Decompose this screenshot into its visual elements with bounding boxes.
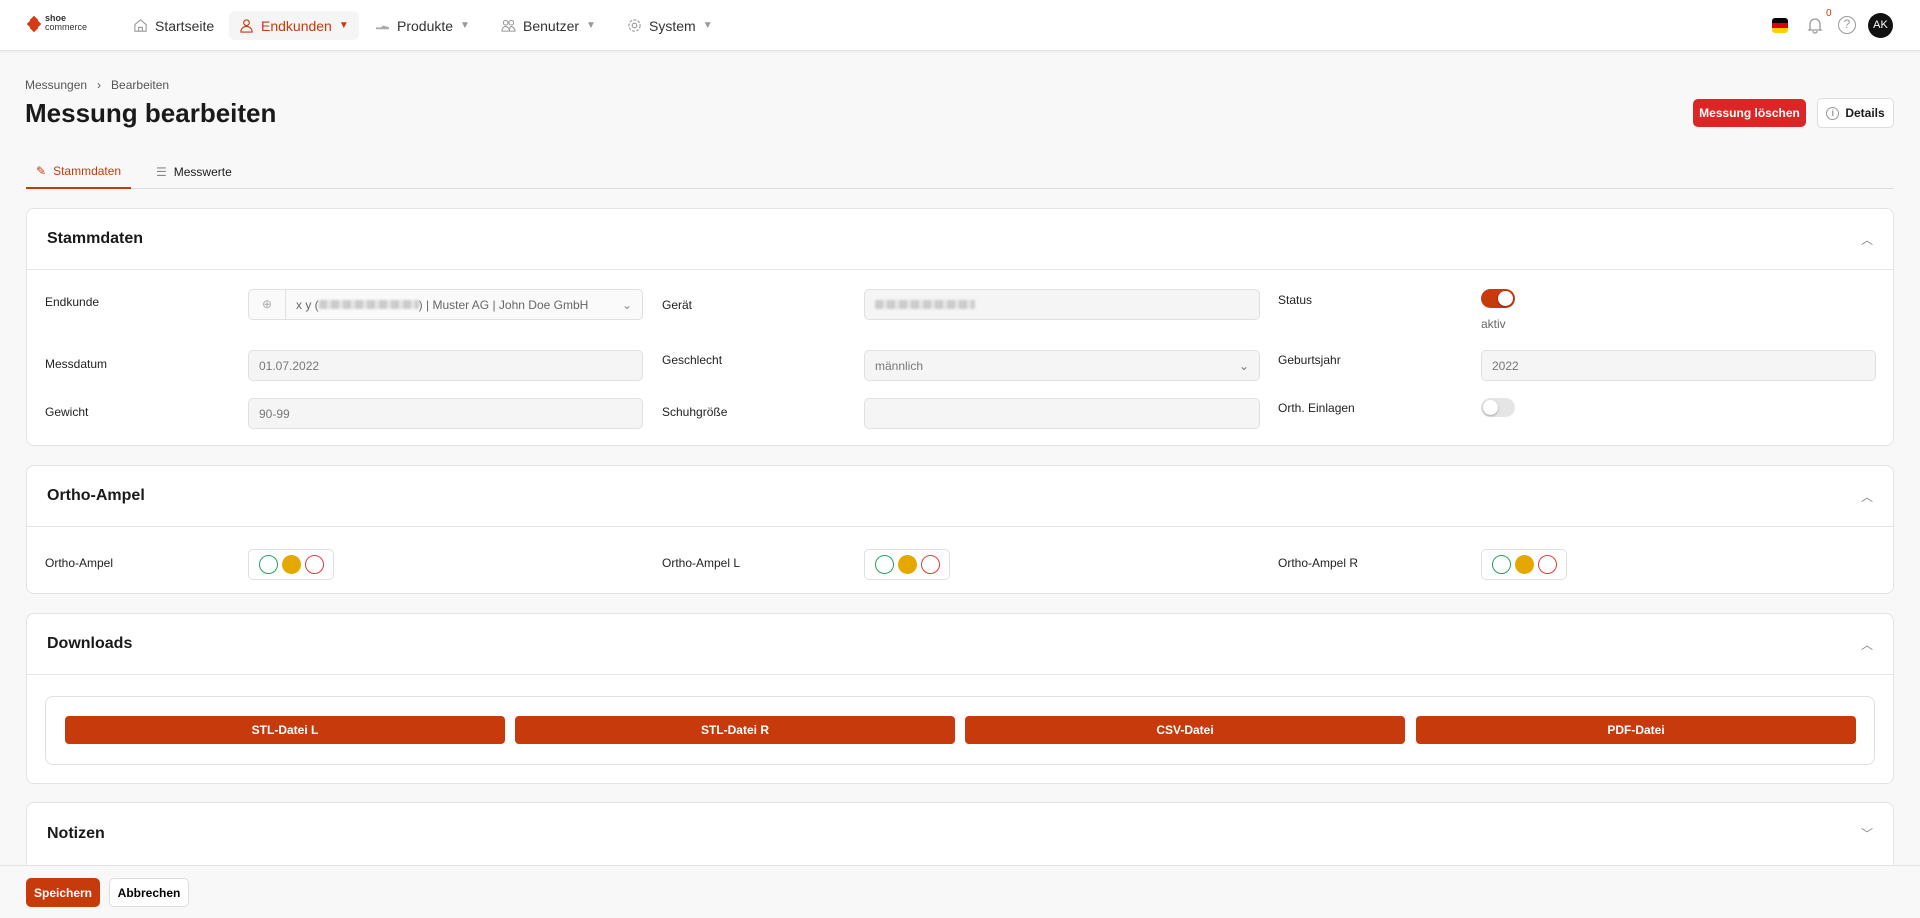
info-icon: i — [1826, 106, 1840, 120]
label-orth-einlagen: Orth. Einlagen — [1278, 401, 1355, 415]
orth-einlagen-toggle[interactable] — [1481, 398, 1515, 417]
avatar[interactable]: AK — [1868, 13, 1893, 38]
nav-benutzer[interactable]: Benutzer ▼ — [491, 11, 606, 40]
ortho-ampel-r-indicator[interactable] — [1481, 549, 1567, 580]
tab-bar: ✎ Stammdaten ☰ Messwerte — [26, 155, 1894, 189]
nav-produkte[interactable]: Produkte ▼ — [365, 11, 480, 40]
user-icon — [240, 19, 253, 33]
tab-stammdaten[interactable]: ✎ Stammdaten — [26, 155, 132, 189]
nav-label: Produkte — [397, 17, 454, 34]
zoom-in-icon: ⊕ — [249, 290, 286, 319]
download-stl-l-button[interactable]: STL-Datei L — [65, 716, 505, 744]
edit-icon: ✎ — [36, 164, 47, 178]
nav-system[interactable]: System ▼ — [617, 11, 723, 40]
chevron-up-icon[interactable]: ︿ — [1861, 636, 1873, 653]
card-title: Downloads — [47, 635, 133, 652]
download-stl-r-button[interactable]: STL-Datei R — [515, 716, 955, 744]
geschlecht-select[interactable]: männlich ⌄ — [864, 350, 1260, 381]
chevron-down-icon: ⌄ — [621, 297, 632, 312]
downloads-box: STL-Datei L STL-Datei R CSV-Datei PDF-Da… — [45, 696, 1875, 765]
chevron-right-icon: › — [97, 78, 102, 92]
tab-label: Messwerte — [173, 165, 232, 179]
label-geschlecht: Geschlecht — [662, 353, 723, 367]
tab-messwerte[interactable]: ☰ Messwerte — [146, 155, 242, 189]
status-value: aktiv — [1481, 317, 1506, 331]
chevron-down-icon: ▼ — [460, 20, 470, 31]
delete-measurement-button[interactable]: Messung löschen — [1693, 99, 1806, 127]
schuhgroesse-field[interactable] — [864, 398, 1260, 429]
bell-icon[interactable] — [1806, 16, 1824, 34]
label-messdatum: Messdatum — [45, 357, 108, 371]
geschlecht-value: männlich — [875, 358, 924, 373]
label-endkunde: Endkunde — [45, 295, 100, 309]
download-pdf-button[interactable]: PDF-Datei — [1416, 716, 1856, 744]
save-button[interactable]: Speichern — [26, 878, 100, 907]
breadcrumb-messungen[interactable]: Messungen — [25, 78, 87, 92]
label-ortho-ampel-r: Ortho-Ampel R — [1278, 556, 1359, 570]
chevron-down-icon[interactable]: ﹀ — [1861, 825, 1873, 842]
breadcrumb: Messungen › Bearbeiten — [25, 78, 169, 92]
help-icon[interactable]: ? — [1838, 16, 1856, 34]
nav-label: Endkunden — [261, 17, 332, 34]
gewicht-field[interactable]: 90-99 — [248, 398, 643, 429]
list-icon: ☰ — [156, 165, 167, 179]
chevron-down-icon: ⌄ — [1238, 358, 1249, 373]
card-title: Stammdaten — [47, 230, 144, 247]
stammdaten-card: Stammdaten ︿ Endkunde ⊕ x y ( ) | Muster A… — [26, 208, 1894, 446]
language-flag-de-icon[interactable] — [1772, 18, 1788, 33]
downloads-card: Downloads ︿ STL-Datei L STL-Datei R CSV-D… — [26, 613, 1894, 784]
card-title: Notizen — [47, 824, 105, 842]
download-csv-button[interactable]: CSV-Datei — [965, 716, 1405, 744]
card-title: Ortho-Ampel — [47, 487, 145, 504]
shoe-icon — [375, 25, 390, 30]
details-button[interactable]: i Details — [1817, 98, 1894, 128]
notification-count: 0 — [1826, 8, 1832, 19]
page-title: Messung bearbeiten — [25, 98, 277, 128]
nav-label: Benutzer — [523, 17, 580, 34]
ortho-ampel-indicator[interactable] — [248, 549, 334, 580]
nav-startseite[interactable]: Startseite — [123, 11, 224, 40]
ortho-ampel-l-indicator[interactable] — [864, 549, 950, 580]
messdatum-field[interactable]: 01.07.2022 — [248, 350, 643, 381]
chevron-down-icon: ▼ — [702, 20, 713, 31]
logo-text-bottom: commerce — [45, 22, 88, 32]
details-label: Details — [1845, 106, 1885, 120]
gear-icon — [628, 19, 641, 32]
endkunde-companies: ) | Muster AG | John Doe GmbH — [418, 297, 589, 312]
chevron-down-icon: ▼ — [338, 20, 349, 31]
tab-label: Stammdaten — [53, 164, 122, 178]
breadcrumb-bearbeiten: Bearbeiten — [111, 78, 170, 92]
redacted-text — [318, 299, 419, 309]
geraet-field[interactable] — [864, 289, 1260, 320]
home-icon — [134, 19, 147, 32]
nav-label: System — [649, 17, 696, 34]
users-icon — [501, 19, 516, 32]
footer-bar: Speichern Abbrechen — [0, 865, 1920, 918]
nav-label: Startseite — [155, 17, 215, 34]
label-ortho-ampel-l: Ortho-Ampel L — [662, 556, 741, 570]
chevron-down-icon: ▼ — [586, 20, 596, 31]
status-toggle[interactable] — [1481, 289, 1515, 308]
top-navbar: shoe commerce Startseite Endkunden ▼ Produ… — [0, 0, 1920, 51]
logo[interactable]: shoe commerce — [26, 14, 88, 32]
label-schuhgroesse: Schuhgröße — [662, 405, 728, 419]
label-status: Status — [1278, 293, 1313, 307]
endkunde-select[interactable]: ⊕ x y ( ) | Muster AG | John Doe GmbH ⌄ — [248, 289, 643, 320]
cancel-button[interactable]: Abbrechen — [109, 878, 189, 907]
label-geburtsjahr: Geburtsjahr — [1278, 353, 1341, 367]
chevron-up-icon[interactable]: ︿ — [1861, 231, 1873, 248]
label-ortho-ampel: Ortho-Ampel — [45, 556, 114, 570]
logo-mark-icon — [26, 15, 42, 32]
geburtsjahr-field[interactable]: 2022 — [1481, 350, 1876, 381]
redacted-text — [875, 300, 975, 309]
endkunde-name: x y ( — [296, 297, 319, 312]
label-geraet: Gerät — [662, 298, 693, 312]
label-gewicht: Gewicht — [45, 405, 89, 419]
ortho-ampel-card: Ortho-Ampel ︿ Ortho-Ampel Ortho-Ampel L O… — [26, 465, 1894, 594]
nav-endkunden[interactable]: Endkunden ▼ — [229, 11, 359, 40]
chevron-up-icon[interactable]: ︿ — [1861, 488, 1873, 505]
